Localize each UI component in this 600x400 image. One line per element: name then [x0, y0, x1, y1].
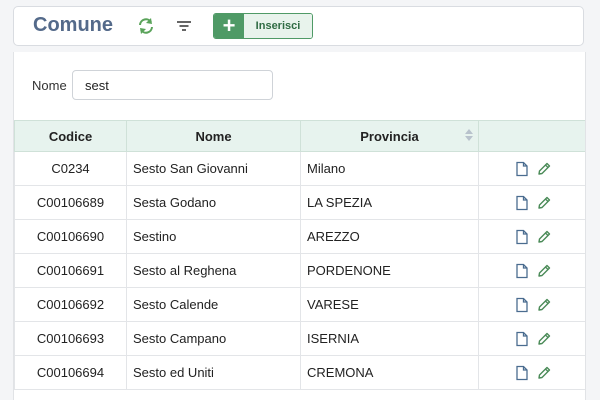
cell-provincia: VARESE	[300, 287, 479, 322]
cell-nome: Sestino	[126, 219, 301, 254]
table-header-row: Codice Nome Provincia	[14, 120, 585, 152]
table-row[interactable]: C00106694 Sesto ed Uniti CREMONA	[14, 355, 585, 390]
cell-actions	[478, 185, 585, 220]
cell-provincia: ISERNIA	[300, 321, 479, 356]
cell-nome: Sesto Calende	[126, 287, 301, 322]
cell-codice: C00106693	[14, 321, 127, 356]
table-row[interactable]: C0234 Sesto San Giovanni Milano	[14, 151, 585, 186]
pencil-icon[interactable]	[536, 331, 552, 347]
pencil-icon[interactable]	[536, 365, 552, 381]
cell-provincia: CREMONA	[300, 355, 479, 390]
filter-icon[interactable]	[174, 16, 194, 36]
cell-actions	[478, 287, 585, 322]
table-row[interactable]: C00106689 Sesta Godano LA SPEZIA	[14, 185, 585, 220]
cell-actions	[478, 151, 585, 186]
refresh-icon[interactable]	[136, 16, 156, 36]
cell-codice: C00106691	[14, 253, 127, 288]
document-icon[interactable]	[514, 229, 530, 245]
cell-codice: C00106689	[14, 185, 127, 220]
table-row[interactable]: C00106690 Sestino AREZZO	[14, 219, 585, 254]
column-header-actions	[478, 120, 585, 152]
add-button[interactable]: + Inserisci	[213, 13, 313, 39]
cell-actions	[478, 219, 585, 254]
pencil-icon[interactable]	[536, 229, 552, 245]
results-table: Codice Nome Provincia C0234 Sesto San Gio…	[14, 120, 585, 390]
cell-provincia: AREZZO	[300, 219, 479, 254]
cell-codice: C00106692	[14, 287, 127, 322]
document-icon[interactable]	[514, 297, 530, 313]
cell-nome: Sesta Godano	[126, 185, 301, 220]
cell-nome: Sesto ed Uniti	[126, 355, 301, 390]
page-title: Comune	[33, 14, 113, 36]
cell-codice: C00106694	[14, 355, 127, 390]
table-row[interactable]: C00106691 Sesto al Reghena PORDENONE	[14, 253, 585, 288]
pencil-icon[interactable]	[536, 161, 552, 177]
pencil-icon[interactable]	[536, 297, 552, 313]
document-icon[interactable]	[514, 195, 530, 211]
cell-actions	[478, 253, 585, 288]
cell-provincia: LA SPEZIA	[300, 185, 479, 220]
pencil-icon[interactable]	[536, 195, 552, 211]
name-filter-label: Nome	[32, 78, 67, 93]
cell-codice: C0234	[14, 151, 127, 186]
page-header: Comune + Inserisci	[13, 6, 584, 46]
cell-actions	[478, 321, 585, 356]
table-row[interactable]: C00106692 Sesto Calende VARESE	[14, 287, 585, 322]
document-icon[interactable]	[514, 263, 530, 279]
column-header-provincia-label: Provincia	[360, 128, 419, 144]
table-row[interactable]: C00106693 Sesto Campano ISERNIA	[14, 321, 585, 356]
cell-actions	[478, 355, 585, 390]
plus-icon: +	[214, 14, 244, 38]
cell-nome: Sesto San Giovanni	[126, 151, 301, 186]
add-button-label: Inserisci	[244, 14, 312, 38]
column-header-provincia[interactable]: Provincia	[300, 120, 479, 152]
name-filter-input[interactable]	[72, 70, 273, 100]
cell-provincia: PORDENONE	[300, 253, 479, 288]
column-header-nome[interactable]: Nome	[126, 120, 301, 152]
sort-icon[interactable]	[465, 129, 473, 141]
document-icon[interactable]	[514, 331, 530, 347]
document-icon[interactable]	[514, 161, 530, 177]
pencil-icon[interactable]	[536, 263, 552, 279]
document-icon[interactable]	[514, 365, 530, 381]
cell-provincia: Milano	[300, 151, 479, 186]
main-panel: Nome Codice Nome Provincia C0234Sesto Sa…	[13, 52, 586, 400]
cell-codice: C00106690	[14, 219, 127, 254]
column-header-codice[interactable]: Codice	[14, 120, 127, 152]
cell-nome: Sesto Campano	[126, 321, 301, 356]
cell-nome: Sesto al Reghena	[126, 253, 301, 288]
